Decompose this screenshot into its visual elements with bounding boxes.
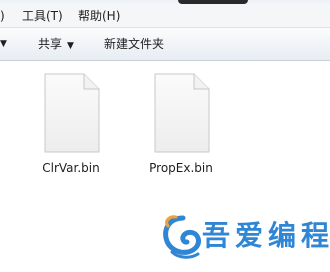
chevron-down-icon[interactable]: ▼ [0, 28, 7, 60]
menu-view-fragment[interactable]: ) [0, 6, 5, 27]
file-item[interactable]: ClrVar.bin [26, 73, 116, 175]
menu-bar: ) 工具(T) 帮助(H) [0, 6, 330, 28]
menu-tools[interactable]: 工具(T) [22, 6, 63, 27]
menu-help[interactable]: 帮助(H) [78, 6, 120, 27]
blank-file-icon [44, 73, 100, 153]
chevron-down-icon: ▼ [67, 41, 74, 51]
share-label: 共享 [38, 37, 63, 51]
file-item[interactable]: PropEx.bin [136, 73, 226, 175]
file-name: PropEx.bin [149, 161, 213, 175]
share-button[interactable]: 共享 ▼ [38, 28, 74, 62]
file-name: ClrVar.bin [42, 161, 100, 175]
swirl-logo-icon [163, 215, 201, 259]
watermark-text: 吾爱编程 [202, 219, 330, 252]
new-folder-button[interactable]: 新建文件夹 [104, 28, 164, 60]
window-chrome-fragment [178, 0, 248, 4]
blank-file-icon [154, 73, 210, 153]
command-toolbar: ▼ 共享 ▼ 新建文件夹 [0, 28, 330, 61]
watermark-logo: 吾爱编程 [162, 214, 330, 260]
